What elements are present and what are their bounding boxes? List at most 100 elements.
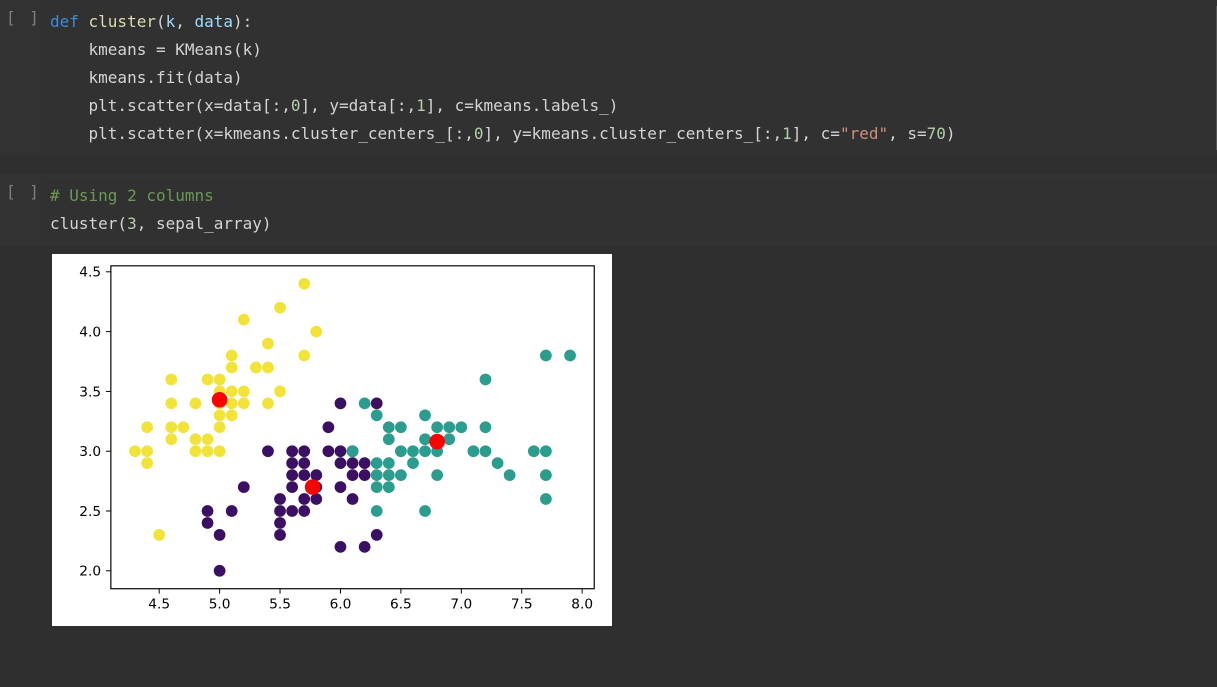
code-token: ( <box>156 12 166 31</box>
point <box>274 529 286 541</box>
point <box>359 397 371 409</box>
point <box>492 457 504 469</box>
point <box>359 541 371 553</box>
x-tick-label: 6.0 <box>330 596 352 612</box>
x-tick-label: 4.5 <box>148 596 170 612</box>
point <box>335 481 347 493</box>
point <box>540 445 552 457</box>
point <box>202 445 214 457</box>
code-token: kmeans.fit(data) <box>50 68 243 87</box>
point <box>504 469 516 481</box>
point <box>165 433 177 445</box>
point <box>335 445 347 457</box>
code-token: = <box>917 124 927 143</box>
point <box>371 397 383 409</box>
point <box>310 326 322 338</box>
series-cluster-0 <box>129 278 322 541</box>
code-token: ], y <box>484 124 523 143</box>
code-token: data <box>195 12 234 31</box>
point <box>286 445 298 457</box>
point <box>480 374 492 386</box>
code-token: = <box>156 40 175 59</box>
point <box>274 386 286 398</box>
code-token: ) <box>946 124 956 143</box>
point <box>431 421 443 433</box>
point <box>262 445 274 457</box>
point <box>214 421 226 433</box>
point <box>371 469 383 481</box>
point <box>214 374 226 386</box>
point <box>298 445 310 457</box>
point <box>407 445 419 457</box>
point <box>371 457 383 469</box>
point <box>238 314 250 326</box>
point <box>419 505 431 517</box>
code-token: , s <box>888 124 917 143</box>
code-token: ], c <box>792 124 831 143</box>
output-body: 4.55.05.56.06.57.07.58.02.02.53.03.54.04… <box>46 254 1217 626</box>
point <box>165 421 177 433</box>
exec-count-1[interactable]: [ ] <box>6 6 46 27</box>
code-cell-2: [ ] # Using 2 columnscluster(3, sepal_ar… <box>0 174 1217 246</box>
y-axis: 2.02.53.03.54.04.5 <box>79 265 111 580</box>
point <box>323 421 335 433</box>
exec-count-2[interactable]: [ ] <box>6 180 46 201</box>
code-token: plt.scatter(x <box>50 96 214 115</box>
code-token: def <box>50 12 89 31</box>
point <box>238 386 250 398</box>
code-token: 3 <box>127 214 137 233</box>
point <box>359 469 371 481</box>
point <box>190 445 202 457</box>
point <box>226 409 238 421</box>
point <box>274 302 286 314</box>
code-line: plt.scatter(x=kmeans.cluster_centers_[:,… <box>50 120 1212 148</box>
point <box>274 517 286 529</box>
x-axis: 4.55.05.56.06.57.07.58.0 <box>148 589 593 613</box>
point <box>141 421 153 433</box>
output-gutter <box>6 254 46 626</box>
point <box>262 362 274 374</box>
code-token: ], c <box>426 96 465 115</box>
point <box>431 469 443 481</box>
code-token: "red" <box>840 124 888 143</box>
code-editor-2[interactable]: # Using 2 columnscluster(3, sepal_array) <box>46 180 1217 240</box>
point <box>359 457 371 469</box>
point <box>177 421 189 433</box>
point <box>480 445 492 457</box>
code-token: 1 <box>782 124 792 143</box>
code-editor-1[interactable]: def cluster(k, data): kmeans = KMeans(k)… <box>46 6 1217 150</box>
point <box>286 457 298 469</box>
point <box>298 457 310 469</box>
code-token: = <box>522 124 532 143</box>
series-cluster-1 <box>202 397 383 576</box>
point <box>383 469 395 481</box>
code-token: = <box>830 124 840 143</box>
point <box>540 493 552 505</box>
code-token: cluster( <box>50 214 127 233</box>
y-tick-label: 3.5 <box>79 384 101 400</box>
code-token: = <box>214 124 224 143</box>
point <box>226 350 238 362</box>
point <box>202 374 214 386</box>
code-token: 70 <box>927 124 946 143</box>
point <box>202 517 214 529</box>
code-token: 0 <box>474 124 484 143</box>
point <box>214 565 226 577</box>
point <box>129 445 141 457</box>
code-cell-1: [ ] def cluster(k, data): kmeans = KMean… <box>0 0 1217 156</box>
point <box>383 421 395 433</box>
point <box>540 469 552 481</box>
point <box>238 397 250 409</box>
point <box>165 374 177 386</box>
code-token: , <box>175 12 194 31</box>
y-tick-label: 4.5 <box>79 265 101 281</box>
code-line: cluster(3, sepal_array) <box>50 210 1213 238</box>
code-line: plt.scatter(x=data[:,0], y=data[:,1], c=… <box>50 92 1212 120</box>
code-token: kmeans.cluster_centers_[:, <box>532 124 782 143</box>
code-token: = <box>214 96 224 115</box>
point <box>395 445 407 457</box>
code-token: k <box>166 12 176 31</box>
x-tick-label: 5.5 <box>269 596 291 612</box>
point <box>153 529 165 541</box>
x-tick-label: 5.0 <box>209 596 231 612</box>
